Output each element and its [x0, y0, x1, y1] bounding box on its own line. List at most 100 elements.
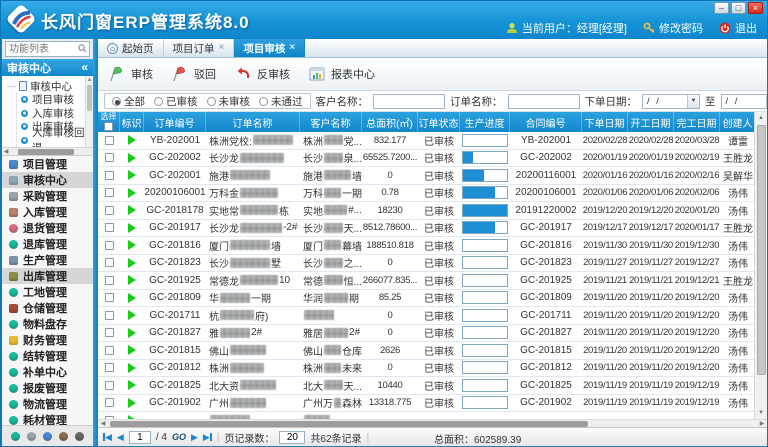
customer-name-input[interactable]: [373, 94, 445, 109]
scroll-left-icon[interactable]: ◀: [2, 148, 10, 155]
sidebar-item-8[interactable]: 工地管理: [2, 284, 93, 300]
column-header-3[interactable]: 订单名称: [206, 112, 300, 132]
tab-2[interactable]: 项目审核×: [234, 39, 305, 57]
first-page-button[interactable]: ◀: [103, 433, 112, 442]
sidebar-item-6[interactable]: 生产管理: [2, 252, 93, 268]
last-page-button[interactable]: ▶: [203, 433, 212, 442]
leaf-icon[interactable]: [43, 432, 52, 441]
logout-button[interactable]: 退出: [719, 20, 757, 36]
order-name-input[interactable]: [508, 94, 580, 109]
column-header-1[interactable]: 标识: [120, 112, 144, 132]
page-number-input[interactable]: [129, 431, 151, 444]
sidebar-item-7[interactable]: 出库管理: [2, 268, 93, 284]
column-header-0[interactable]: 选择: [98, 112, 120, 132]
column-header-12[interactable]: 创建人: [720, 112, 756, 132]
tree-root-node[interactable]: — 审核中心: [7, 79, 85, 93]
column-header-9[interactable]: 下单日期: [582, 112, 628, 132]
page-size-input[interactable]: [279, 431, 305, 444]
toolbar-button-2[interactable]: 反审核: [234, 65, 290, 83]
close-button[interactable]: ×: [748, 2, 763, 14]
row-checkbox[interactable]: [105, 206, 114, 215]
row-checkbox[interactable]: [105, 346, 114, 355]
collapse-panel-icon[interactable]: «: [81, 62, 88, 73]
select-all-checkbox[interactable]: [104, 122, 113, 131]
tree-item-1[interactable]: 入库审核: [17, 107, 85, 121]
row-checkbox[interactable]: [105, 241, 114, 250]
status-radio-0[interactable]: 全部: [112, 94, 145, 109]
tab-0[interactable]: ⌂起始页: [98, 39, 164, 57]
order-date-to-input[interactable]: / /▼: [721, 94, 768, 109]
sidebar-item-2[interactable]: 采购管理: [2, 188, 93, 204]
sidebar-item-13[interactable]: 补单中心: [2, 364, 93, 380]
more-icon[interactable]: [75, 432, 84, 441]
scroll-left-icon[interactable]: ◀: [98, 420, 108, 427]
row-checkbox[interactable]: [105, 416, 114, 419]
grid-vertical-scrollbar[interactable]: ▲ ▼: [754, 112, 767, 419]
close-tab-icon[interactable]: ×: [219, 43, 225, 53]
book-icon[interactable]: [59, 432, 68, 441]
tab-1[interactable]: 项目订单×: [164, 39, 235, 57]
toolbar-button-0[interactable]: 审核: [108, 65, 153, 83]
row-checkbox[interactable]: [105, 276, 114, 285]
row-checkbox[interactable]: [105, 188, 114, 197]
sidebar-item-15[interactable]: 物流管理: [2, 396, 93, 412]
tree-scroll-thumb[interactable]: [18, 149, 74, 155]
column-header-11[interactable]: 完工日期: [674, 112, 720, 132]
status-radio-3[interactable]: 未通过: [259, 94, 303, 109]
teal-dot-icon[interactable]: [11, 432, 20, 441]
minimize-button[interactable]: –: [714, 2, 729, 14]
sidebar-item-4[interactable]: 退货管理: [2, 220, 93, 236]
prev-page-button[interactable]: ◀: [117, 433, 124, 442]
order-date-from-input[interactable]: / /▼: [642, 94, 700, 109]
tree-vertical-scrollbar[interactable]: ▲: [85, 76, 93, 147]
row-checkbox[interactable]: [105, 328, 114, 337]
status-radio-1[interactable]: 已审核: [154, 94, 198, 109]
chevron-down-icon[interactable]: ▼: [687, 95, 699, 108]
sidebar-item-5[interactable]: 退库管理: [2, 236, 93, 252]
sidebar-item-14[interactable]: 报废管理: [2, 380, 93, 396]
sidebar-item-11[interactable]: 财务管理: [2, 332, 93, 348]
scroll-right-icon[interactable]: ▶: [757, 420, 767, 427]
row-checkbox[interactable]: [105, 171, 114, 180]
column-header-6[interactable]: 订单状态: [418, 112, 460, 132]
toolbar-button-1[interactable]: 驳回: [171, 65, 216, 83]
status-radio-2[interactable]: 未审核: [207, 94, 251, 109]
go-page-button[interactable]: GO: [172, 432, 186, 442]
row-checkbox[interactable]: [105, 398, 114, 407]
row-checkbox[interactable]: [105, 223, 114, 232]
next-page-button[interactable]: ▶: [191, 433, 198, 442]
tree-horizontal-scrollbar[interactable]: ◀: [2, 148, 93, 156]
cart-icon[interactable]: [27, 432, 36, 441]
tree-item-3[interactable]: 入库审核回退: [17, 134, 85, 148]
toolbar-button-3[interactable]: 报表中心: [308, 65, 375, 83]
column-header-2[interactable]: 订单编号: [144, 112, 206, 132]
row-checkbox[interactable]: [105, 153, 114, 162]
row-checkbox[interactable]: [105, 363, 114, 372]
column-header-8[interactable]: 合同编号: [510, 112, 582, 132]
change-password-button[interactable]: 修改密码: [643, 20, 703, 36]
scroll-up-icon[interactable]: ▲: [758, 112, 764, 124]
column-header-7[interactable]: 生产进度: [460, 112, 510, 132]
sidebar-item-9[interactable]: 仓储管理: [2, 300, 93, 316]
sidebar-item-10[interactable]: 物料盘存: [2, 316, 93, 332]
row-checkbox[interactable]: [105, 136, 114, 145]
column-header-10[interactable]: 开工日期: [628, 112, 674, 132]
close-tab-icon[interactable]: ×: [289, 43, 295, 53]
column-header-4[interactable]: 客户名称: [300, 112, 362, 132]
column-header-5[interactable]: 总面积(㎡): [362, 112, 418, 132]
sidebar-item-3[interactable]: 入库管理: [2, 204, 93, 220]
row-checkbox[interactable]: [105, 381, 114, 390]
maximize-button[interactable]: □: [731, 2, 746, 14]
sidebar-item-12[interactable]: 结转管理: [2, 348, 93, 364]
chevron-down-icon[interactable]: ▼: [766, 95, 768, 108]
horizontal-scroll-thumb[interactable]: [110, 421, 588, 427]
sidebar-item-0[interactable]: 项目管理: [2, 156, 93, 172]
grid-horizontal-scrollbar[interactable]: ◀ ▶: [98, 419, 767, 427]
row-checkbox[interactable]: [105, 293, 114, 302]
scroll-down-icon[interactable]: ▼: [758, 407, 764, 419]
tree-item-0[interactable]: 项目审核: [17, 93, 85, 107]
row-checkbox[interactable]: [105, 311, 114, 320]
sidebar-item-16[interactable]: 耗材管理: [2, 412, 93, 425]
vertical-scroll-thumb[interactable]: [757, 125, 766, 375]
sidebar-item-1[interactable]: 审核中心: [2, 172, 93, 188]
